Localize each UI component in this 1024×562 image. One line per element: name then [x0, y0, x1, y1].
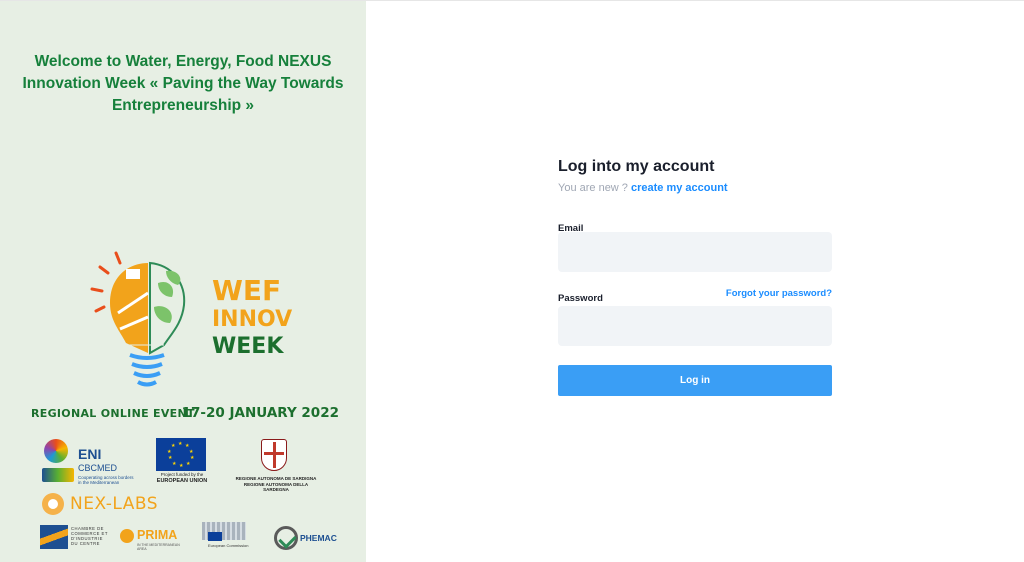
sardegna-caption: REGIONE AUTONOMA DE SARDIGNA REGIONE AUT…	[235, 476, 317, 492]
nex-labs-name: NEX-LABS	[70, 494, 159, 514]
password-label-row: Password Forgot your password?	[558, 288, 832, 304]
event-label: REGIONAL ONLINE EVENT	[31, 407, 195, 420]
eu-flag-logo: ★ ★ ★ ★ ★ ★ ★ ★ ★ ★ Project funded by th…	[156, 438, 208, 488]
left-panel: Welcome to Water, Energy, Food NEXUS Inn…	[0, 1, 366, 562]
european-commission-logo: European Commission	[198, 522, 252, 556]
password-field[interactable]	[558, 306, 832, 346]
email-label: Email	[558, 223, 584, 234]
eu-caption-bold: EUROPEAN UNION	[156, 478, 208, 484]
login-button[interactable]: Log in	[558, 365, 832, 396]
welcome-title: Welcome to Water, Energy, Food NEXUS Inn…	[22, 53, 344, 114]
phemac-circle-icon	[274, 526, 298, 550]
email-label-row: Email	[558, 218, 832, 234]
wef-logo-line1: WEF	[212, 274, 282, 307]
wef-innov-week-logo: WEF INNOV WEEK	[212, 275, 292, 361]
eni-map-icon	[42, 468, 74, 482]
sardegna-shield-icon	[261, 439, 287, 471]
ec-flag-icon	[208, 532, 222, 541]
prima-logo: PRIMA IN THE MEDITERRANEAN AREA	[120, 527, 184, 551]
prima-tagline: IN THE MEDITERRANEAN AREA	[137, 543, 180, 551]
signup-prompt: You are new ? create my account	[558, 182, 832, 194]
signup-prefix: You are new ?	[558, 182, 628, 194]
eni-logo-subtitle: CBCMED	[78, 463, 118, 473]
login-title: Log into my account	[558, 158, 715, 175]
ccic-mark-icon	[40, 525, 68, 549]
phemac-name: PHEMAC	[300, 533, 337, 543]
wef-logo-line3: WEEK	[212, 334, 284, 359]
eni-logo-title: ENI	[78, 446, 102, 462]
sardegna-logo: REGIONE AUTONOMA DE SARDIGNA REGIONE AUT…	[236, 439, 316, 492]
event-dates: 17-20 JANUARY 2022	[181, 405, 339, 421]
prima-circle-icon	[120, 529, 134, 543]
nex-labs-circle-icon	[42, 493, 64, 515]
eni-logo-tagline: Cooperating across borders in the Medite…	[78, 475, 134, 485]
event-info: REGIONAL ONLINE EVENT 17-20 JANUARY 2022	[31, 405, 339, 425]
phemac-logo: PHEMAC	[274, 526, 337, 552]
ccic-logo: CHAMBRE DE COMMERCE ET D'INDUSTRIE DU CE…	[40, 523, 110, 553]
eu-flag-icon: ★ ★ ★ ★ ★ ★ ★ ★ ★ ★	[156, 438, 206, 471]
login-form: Log into my account You are new ? create…	[558, 157, 832, 396]
prima-name: PRIMA	[137, 528, 178, 542]
wef-logo-line2: INNOV	[212, 307, 293, 332]
password-label: Password	[558, 293, 603, 304]
create-account-link[interactable]: create my account	[631, 182, 728, 194]
eu-caption-text: Project funded by the	[160, 472, 204, 477]
page: Welcome to Water, Energy, Food NEXUS Inn…	[0, 0, 1024, 562]
lightbulb-logo-icon	[88, 243, 198, 403]
ec-caption: European Commission	[208, 543, 249, 548]
eu-caption: Project funded by the EUROPEAN UNION	[154, 472, 210, 484]
eni-cbcmed-logo: ENI CBCMED Cooperating across borders in…	[42, 437, 142, 487]
eni-circle-icon	[44, 439, 68, 463]
ccic-text: CHAMBRE DE COMMERCE ET D'INDUSTRIE DU CE…	[71, 526, 108, 546]
nex-labs-logo: NEX-LABS	[42, 491, 172, 517]
email-field[interactable]	[558, 232, 832, 272]
forgot-password-link[interactable]: Forgot your password?	[726, 288, 832, 299]
